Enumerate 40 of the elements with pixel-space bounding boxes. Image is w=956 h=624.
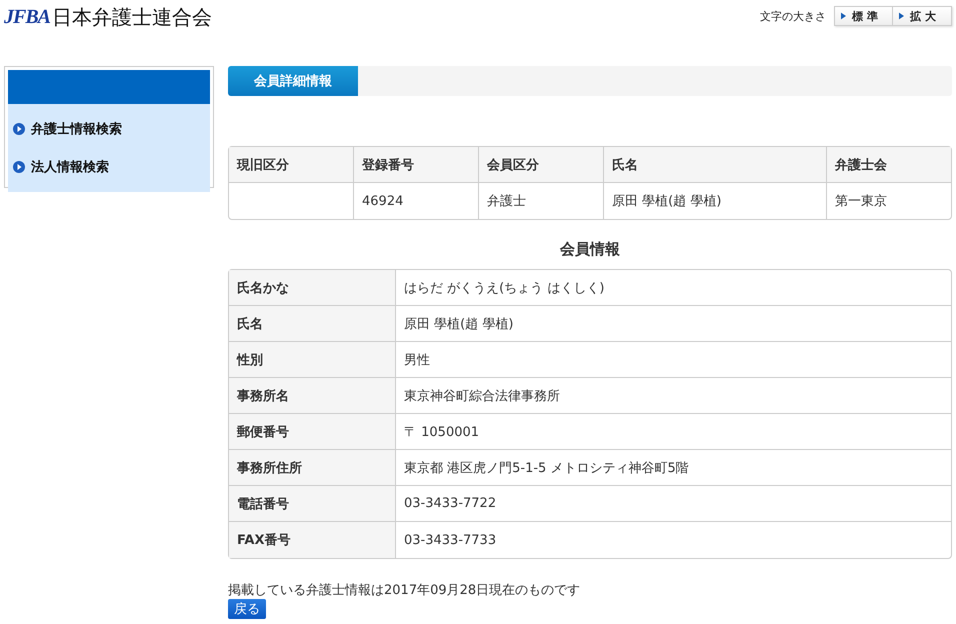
footer-note: 掲載している弁護士情報は2017年09月28日現在のものです (228, 582, 582, 599)
sidebar-link[interactable]: 弁護士情報検索 (8, 110, 210, 148)
column-header: 現旧区分 (229, 147, 354, 183)
table-cell: 弁護士 (479, 183, 604, 219)
logo-text: 日本弁護士連合会 (52, 4, 212, 31)
table-cell: 46924 (354, 183, 479, 219)
back-button[interactable]: 戻る (228, 599, 266, 619)
section-title: 会員情報 (558, 240, 621, 259)
row-label: 氏名 (229, 306, 396, 342)
logo-mark: JFBA (4, 6, 50, 29)
table-cell: 原田 學植(趙 學植) (396, 306, 951, 342)
font-size-label: 文字の大きさ (760, 8, 826, 24)
table-cell-text: 第一東京 (834, 193, 888, 211)
row-label: 氏名かな (229, 270, 396, 306)
column-header: 登録番号 (354, 147, 479, 183)
table-cell-text: 03-3433-7733 (403, 532, 498, 550)
arrow-circle-icon (13, 123, 25, 135)
row-label: 事務所住所 (229, 450, 396, 486)
triangle-icon (899, 12, 904, 20)
font-size-button[interactable]: 標 準 (835, 7, 893, 25)
table-cell: 原田 學植(趙 學植) (604, 183, 827, 219)
table-cell: 東京都 港区虎ノ門5-1-5 メトロシティ神谷町5階 (396, 450, 951, 486)
sidebar-link[interactable]: 法人情報検索 (8, 148, 210, 186)
column-header: 氏名 (604, 147, 827, 183)
row-label: 性別 (229, 342, 396, 378)
row-label: 郵便番号 (229, 414, 396, 450)
table-cell: 〒 1050001 (396, 414, 951, 450)
row-label: FAX番号 (229, 522, 396, 558)
triangle-icon (841, 12, 846, 20)
tab[interactable]: 会員詳細情報 (228, 66, 358, 96)
row-label: 電話番号 (229, 486, 396, 522)
table-cell: 男性 (396, 342, 951, 378)
column-header: 弁護士会 (827, 147, 951, 183)
row-label: 事務所名 (229, 378, 396, 414)
table-cell: 東京神谷町綜合法律事務所 (396, 378, 951, 414)
arrow-circle-icon (13, 161, 25, 173)
table-cell: 03-3433-7722 (396, 486, 951, 522)
column-header: 会員区分 (479, 147, 604, 183)
table-cell: はらだ がくうえ(ちょう はくしく) (396, 270, 951, 306)
font-size-button[interactable]: 拡 大 (893, 7, 951, 25)
